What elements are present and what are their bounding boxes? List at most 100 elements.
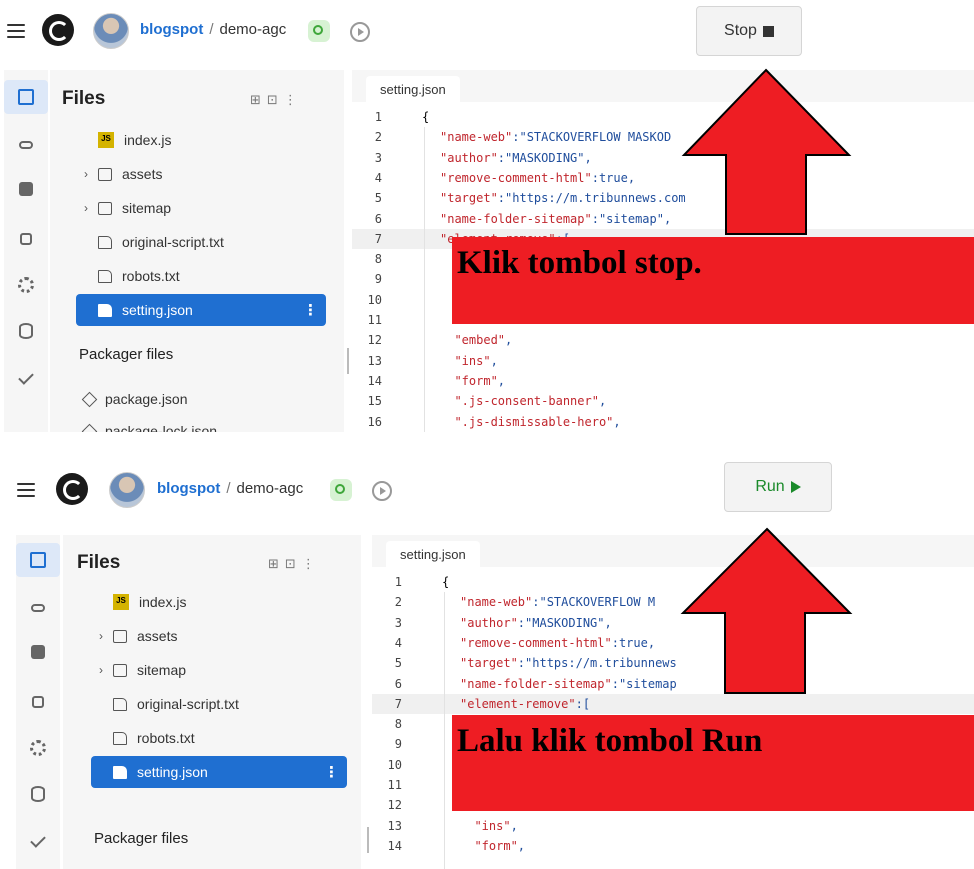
code-line[interactable]: 2 "name-web":"STACKOVERFLOW MASKOD xyxy=(352,127,974,147)
code-editor[interactable]: setting.json 1{2 "name-web":"STACKOVERFLO… xyxy=(372,535,974,869)
packager-file-row[interactable]: package.json xyxy=(81,383,334,415)
chevron-right-icon[interactable]: › xyxy=(99,663,113,677)
code-line[interactable]: 14 "form", xyxy=(352,371,974,391)
line-number: 3 xyxy=(374,150,382,165)
code-line[interactable]: 3 "author":"MASKODING", xyxy=(352,148,974,168)
code-line[interactable]: 7 "element-remove":[ xyxy=(372,693,974,715)
panel-resize-handle[interactable] xyxy=(367,827,369,853)
share-icon[interactable] xyxy=(4,128,48,162)
code-line[interactable]: 6 "name-folder-sitemap":"sitemap", xyxy=(352,209,974,229)
gear-icon[interactable] xyxy=(16,731,60,765)
folder-icon xyxy=(98,167,112,181)
replit-logo-icon[interactable] xyxy=(42,14,74,46)
file-tree-item[interactable]: setting.json ⋮ xyxy=(91,756,347,788)
files-icon[interactable] xyxy=(16,543,60,577)
replit-logo-icon[interactable] xyxy=(56,473,88,505)
chevron-right-icon[interactable]: › xyxy=(84,167,98,181)
database-icon[interactable] xyxy=(4,314,48,348)
code-line[interactable]: 16 ".js-dismissable-hero", xyxy=(352,412,974,432)
new-folder-icon[interactable]: ⊡ xyxy=(285,556,302,571)
file-tree-item[interactable]: robots.txt xyxy=(91,722,347,754)
json-key: "target" xyxy=(460,656,518,671)
chevron-right-icon[interactable]: › xyxy=(99,629,113,643)
json-key: "ins" xyxy=(440,353,491,368)
json-key: ".js-dismissable-hero" xyxy=(440,414,614,429)
packager-files-title: Packager files xyxy=(94,830,189,847)
file-tree-item[interactable]: JS index.js xyxy=(91,586,347,618)
line-number: 8 xyxy=(374,252,382,267)
gear-icon[interactable] xyxy=(4,268,48,302)
file-tree-item[interactable]: › sitemap xyxy=(76,192,326,224)
tab-setting-json[interactable]: setting.json xyxy=(366,76,460,103)
history-icon[interactable] xyxy=(350,22,370,42)
top-header: blogspot / demo-agc Run xyxy=(0,460,974,520)
packager-file-row[interactable]: package-lock.json xyxy=(81,415,334,432)
file-tree-item[interactable]: setting.json ⋮ xyxy=(76,294,326,326)
code-line[interactable]: 6 "name-folder-sitemap":"sitemap xyxy=(372,674,974,694)
json-value: , xyxy=(517,838,526,853)
code-line[interactable]: 4 "remove-comment-html":true, xyxy=(352,168,974,188)
new-folder-icon[interactable]: ⊡ xyxy=(267,92,284,107)
file-tree-item[interactable]: JS index.js xyxy=(76,124,326,156)
code-line[interactable]: 1{ xyxy=(372,572,974,592)
check-icon[interactable] xyxy=(4,360,48,394)
hamburger-icon[interactable] xyxy=(17,483,35,497)
chevron-right-icon[interactable]: › xyxy=(84,201,98,215)
json-key: "author" xyxy=(460,615,518,630)
tab-setting-json[interactable]: setting.json xyxy=(386,541,480,568)
nodejs-icon[interactable] xyxy=(308,20,330,42)
panel-resize-handle[interactable] xyxy=(347,348,349,374)
owner-link[interactable]: blogspot xyxy=(157,480,220,497)
files-icon[interactable] xyxy=(4,80,48,114)
check-icon[interactable] xyxy=(16,823,60,857)
code-line[interactable]: 12 "embed", xyxy=(352,330,974,350)
top-header: blogspot / demo-agc Stop xyxy=(0,0,974,60)
json-key: "element-remove" xyxy=(460,696,576,711)
share-icon[interactable] xyxy=(16,591,60,625)
avatar[interactable] xyxy=(93,13,129,49)
hamburger-icon[interactable] xyxy=(7,24,25,38)
repl-name[interactable]: demo-agc xyxy=(237,480,304,497)
code-line[interactable]: 14 "form", xyxy=(372,836,974,856)
packages-icon[interactable] xyxy=(4,172,48,206)
nodejs-icon[interactable] xyxy=(330,479,352,501)
repl-name[interactable]: demo-agc xyxy=(220,21,287,38)
kebab-menu-icon[interactable]: ⋮ xyxy=(303,301,318,319)
file-tree-item[interactable]: › assets xyxy=(76,158,326,190)
file-tree-item-label: setting.json xyxy=(137,764,208,780)
new-file-icon[interactable]: ⊞ xyxy=(268,556,285,571)
database-icon[interactable] xyxy=(16,777,60,811)
more-options-icon[interactable]: ⋮ xyxy=(302,556,321,571)
kebab-menu-icon[interactable]: ⋮ xyxy=(324,763,339,781)
stop-button[interactable]: Stop xyxy=(696,6,802,56)
packages-icon[interactable] xyxy=(16,635,60,669)
line-number: 7 xyxy=(394,696,402,711)
code-line[interactable]: 3 "author":"MASKODING", xyxy=(372,613,974,633)
annotation-banner: Klik tombol stop. xyxy=(452,237,974,324)
more-options-icon[interactable]: ⋮ xyxy=(284,92,303,107)
json-value: , xyxy=(598,394,607,409)
code-line[interactable]: 4 "remove-comment-html":true, xyxy=(372,633,974,653)
file-tree-item[interactable]: robots.txt xyxy=(76,260,326,292)
code-line[interactable]: 15 ".js-consent-banner", xyxy=(352,391,974,411)
json-key: ".js-consent-banner" xyxy=(440,394,599,409)
file-actions: ⊞⊡⋮ xyxy=(250,92,303,108)
code-line[interactable]: 13 "ins", xyxy=(372,816,974,836)
lock-icon[interactable] xyxy=(16,683,60,717)
file-tree-item[interactable]: › assets xyxy=(91,620,347,652)
avatar[interactable] xyxy=(109,472,145,508)
history-icon[interactable] xyxy=(372,481,392,501)
owner-link[interactable]: blogspot xyxy=(140,21,203,38)
code-line[interactable]: 13 "ins", xyxy=(352,351,974,371)
code-line[interactable]: 5 "target":"https://m.tribunnews xyxy=(372,653,974,673)
file-tree-item[interactable]: original-script.txt xyxy=(76,226,326,258)
file-tree-item[interactable]: original-script.txt xyxy=(91,688,347,720)
run-button[interactable]: Run xyxy=(724,462,832,512)
code-line[interactable]: 1{ xyxy=(352,107,974,127)
code-line[interactable]: 5 "target":"https://m.tribunnews.com xyxy=(352,188,974,208)
lock-icon[interactable] xyxy=(4,220,48,254)
file-tree-item[interactable]: › sitemap xyxy=(91,654,347,686)
breadcrumb-separator: / xyxy=(226,480,231,497)
code-line[interactable]: 2 "name-web":"STACKOVERFLOW M xyxy=(372,592,974,612)
new-file-icon[interactable]: ⊞ xyxy=(250,92,267,107)
